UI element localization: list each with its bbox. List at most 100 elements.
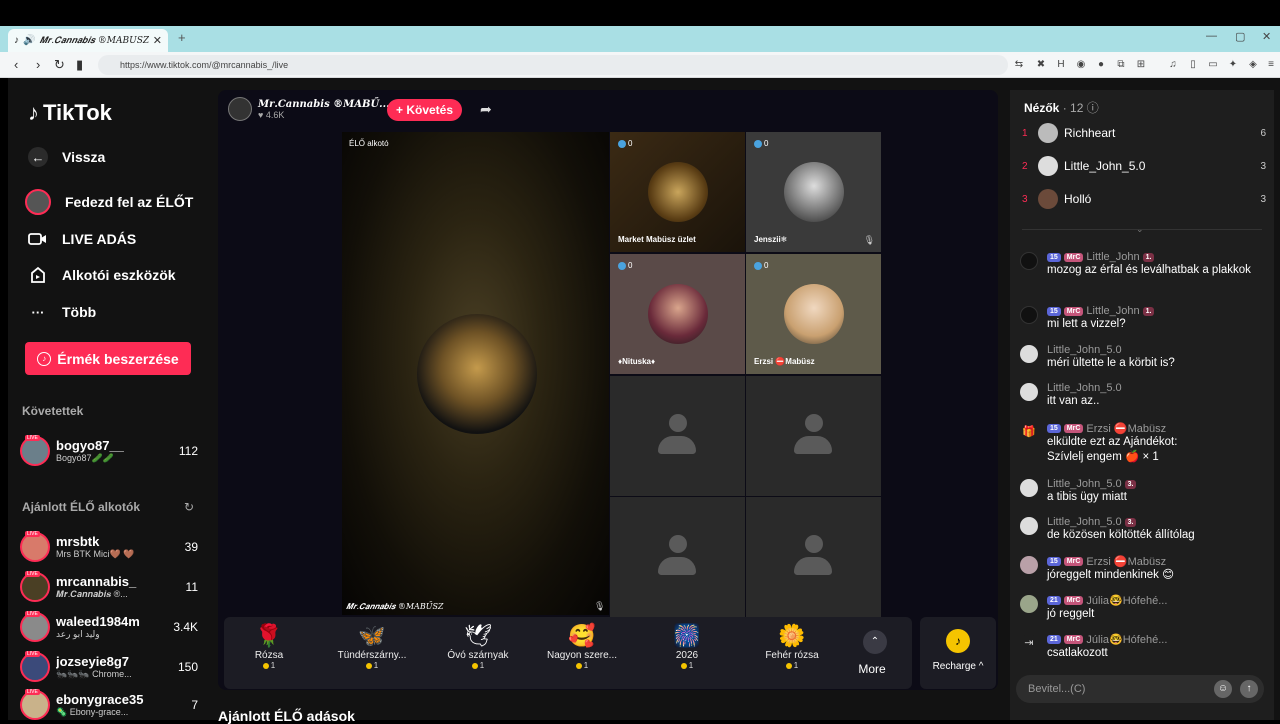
- close-window-icon[interactable]: ✕: [1262, 30, 1271, 43]
- minimize-icon[interactable]: —: [1206, 30, 1217, 42]
- chat-username[interactable]: Little_John: [1086, 251, 1139, 263]
- chat-message[interactable]: Little_John_5.0 méri ültette le a körbit…: [1020, 344, 1268, 371]
- more-gifts-button[interactable]: ⌃ More: [858, 630, 890, 676]
- chat-username[interactable]: Little_John_5.0: [1047, 478, 1122, 490]
- account-nickname: 🦠 Ebony-grace...: [56, 707, 129, 717]
- hls-icon[interactable]: H: [1054, 58, 1068, 72]
- gift-item[interactable]: 🌹 Rózsa 1: [224, 622, 314, 670]
- top-viewer[interactable]: 1 Richheart 6: [1022, 122, 1266, 144]
- empty-guest-slot[interactable]: [610, 497, 745, 617]
- host-info[interactable]: 𝑴𝒓.𝑪𝒂𝒏𝒏𝒂𝒃𝒊𝒔 ®MABŰ... ♥ 4.6K: [228, 97, 390, 121]
- vpn-icon[interactable]: ◈: [1246, 58, 1260, 72]
- new-tab-icon[interactable]: +: [178, 30, 186, 45]
- puzzle-icon[interactable]: ⧉: [1114, 58, 1128, 72]
- chat-text: mi lett a vizzel?: [1047, 318, 1126, 330]
- avatar: LIVE: [20, 531, 50, 562]
- chat-message[interactable]: Little_John_5.0 itt van az..: [1020, 382, 1268, 409]
- host-avatar[interactable]: [228, 97, 252, 121]
- follow-button[interactable]: + Követés: [387, 99, 462, 121]
- music-icon[interactable]: ♫: [1166, 58, 1180, 72]
- chat-message[interactable]: 15 MrC Erzsi ⛔Mabüsz jóreggelt mindenkinek…: [1020, 555, 1268, 583]
- extension-icon[interactable]: ◉: [1074, 58, 1088, 72]
- chat-username[interactable]: Little_John_5.0: [1047, 516, 1122, 528]
- forward-icon[interactable]: ›: [36, 57, 40, 72]
- chat-username[interactable]: Erzsi ⛔Mabüsz: [1086, 555, 1166, 568]
- rank-badge: 1.: [1142, 252, 1155, 262]
- nav-explore-live[interactable]: Fedezd fel az ÉLŐT: [25, 189, 193, 215]
- nav-label: LIVE ADÁS: [62, 231, 137, 247]
- speaker-icon[interactable]: 🔊: [23, 35, 35, 46]
- avatar: [1020, 479, 1038, 497]
- info-icon[interactable]: ⓘ: [1087, 101, 1099, 115]
- following-account[interactable]: LIVE bogyo87__ Bogyó87🥒🥒 112: [20, 434, 198, 468]
- reload-icon[interactable]: ↻: [54, 57, 65, 73]
- top-viewer[interactable]: 2 Little_John_5.0 3: [1022, 155, 1266, 177]
- chat-message[interactable]: 21 MrC Júlia🤓Hófehé... jó reggelt: [1020, 594, 1268, 622]
- nav-go-live[interactable]: LIVE ADÁS: [28, 229, 136, 249]
- nav-label: Vissza: [62, 149, 106, 165]
- chat-username[interactable]: Little_John_5.0: [1047, 344, 1122, 356]
- extension-icon[interactable]: ●: [1094, 58, 1108, 72]
- empty-guest-slot[interactable]: [746, 497, 881, 617]
- maximize-icon[interactable]: ▢: [1235, 30, 1245, 43]
- following-header: Követettek: [22, 404, 84, 418]
- recommended-account[interactable]: LIVE jozseyie8g7 🐜🐜🐜 Chrome... 150: [20, 650, 198, 684]
- guest-tile[interactable]: 0 ♦Nituska♦: [610, 254, 745, 374]
- emoji-icon[interactable]: ☺: [1214, 680, 1232, 698]
- chat-message[interactable]: 15 MrC Little_John 1. mi lett a vizzel?: [1020, 305, 1268, 332]
- chat-username[interactable]: Erzsi ⛔Mabüsz: [1086, 422, 1166, 435]
- gift-item[interactable]: 🦋 Tündérszárny... 1: [327, 622, 417, 670]
- chat-username[interactable]: Little_John_5.0: [1047, 382, 1122, 394]
- nav-back[interactable]: ← Vissza: [28, 147, 105, 167]
- wallet-icon[interactable]: ▭: [1206, 58, 1220, 72]
- ai-icon[interactable]: ✦: [1226, 58, 1240, 72]
- gift-item[interactable]: 🥰 Nagyon szere... 1: [537, 622, 627, 670]
- extension-icon[interactable]: ⊞: [1134, 58, 1148, 72]
- gift-name: Fehér rózsa: [765, 650, 819, 661]
- chat-username[interactable]: Júlia🤓Hófehé...: [1086, 633, 1167, 646]
- translate-icon[interactable]: ⇆: [1012, 58, 1026, 72]
- guest-tile[interactable]: 0 Market Mabüsz üzlet: [610, 132, 745, 252]
- chat-username[interactable]: Little_John: [1086, 305, 1139, 317]
- chat-username[interactable]: Júlia🤓Hófehé...: [1086, 594, 1167, 607]
- recommended-account[interactable]: LIVE waleed1984m وليد ابو رعد 3.4K: [20, 610, 198, 644]
- chat-message[interactable]: 🎁 15 MrC Erzsi ⛔Mabüsz elküldte ezt az Ajá…: [1020, 422, 1268, 465]
- recommended-account[interactable]: LIVE ebonygrace35 🦠 Ebony-grace... 7: [20, 688, 198, 722]
- gift-item[interactable]: 🌼 Fehér rózsa 1: [747, 622, 837, 670]
- recommended-header: Ajánlott ÉLŐ alkotók: [22, 500, 141, 514]
- recommended-account[interactable]: LIVE mrcannabis_ 𝑴𝒓.𝑪𝒂𝒏𝒏𝒂𝒃𝒊𝒔 ®... 11: [20, 570, 198, 604]
- chat-message[interactable]: ⇥ 21 MrC Júlia🤓Hófehé... csatlakozott: [1020, 633, 1268, 661]
- sidebar-icon[interactable]: ▯: [1186, 58, 1200, 72]
- nav-more[interactable]: ··· Több: [28, 302, 97, 322]
- extension-icon[interactable]: ✖: [1034, 58, 1048, 72]
- top-viewer[interactable]: 3 Holló 3: [1022, 188, 1266, 210]
- gift-item[interactable]: 🎆 2026 1: [642, 622, 732, 670]
- send-icon[interactable]: ↑: [1240, 680, 1258, 698]
- close-tab-icon[interactable]: ✕: [153, 34, 162, 47]
- recommended-account[interactable]: LIVE mrsbtk Mrs BTK Mici🤎 🤎 39: [20, 530, 198, 564]
- chat-message[interactable]: Little_John_5.0 3. de közösen költötték á…: [1020, 516, 1268, 543]
- gift-item[interactable]: 🕊 Óvó szárnyak 1: [433, 622, 523, 670]
- empty-guest-slot[interactable]: [610, 376, 745, 496]
- get-coins-button[interactable]: ♪ Érmék beszerzése: [25, 342, 191, 375]
- url-field[interactable]: https://www.tiktok.com/@mrcannabis_/live: [98, 55, 1008, 75]
- tiktok-logo[interactable]: ♪ TikTok: [28, 100, 112, 126]
- host-name[interactable]: 𝑴𝒓.𝑪𝒂𝒏𝒏𝒂𝒃𝒊𝒔 ®MABŰ...: [258, 99, 390, 110]
- avatar: [1020, 252, 1038, 270]
- share-icon[interactable]: ➦: [480, 101, 492, 118]
- refresh-icon[interactable]: ↻: [184, 500, 194, 514]
- browser-tab[interactable]: ♪ 🔊 𝑴𝒓.𝑪𝒂𝒏𝒏𝒂𝒃𝒊𝒔 ®MABŰSZ ✕: [8, 29, 168, 52]
- nav-creator-tools[interactable]: Alkotói eszközök: [28, 265, 176, 285]
- viewer-name: Richheart: [1064, 126, 1116, 140]
- guest-tile[interactable]: 0 Jenszii❄ 🎙: [746, 132, 881, 252]
- chat-message[interactable]: Little_John_5.0 3. a tibis ügy miatt: [1020, 478, 1268, 505]
- guest-tile[interactable]: 0 Erzsi ⛔Mabüsz: [746, 254, 881, 374]
- tiktok-coin-icon: ♪: [946, 629, 970, 653]
- back-icon[interactable]: ‹: [14, 57, 18, 72]
- menu-icon[interactable]: ≡: [1264, 58, 1278, 72]
- chat-message[interactable]: 15 MrC Little_John 1. mozog az érfal és lev…: [1020, 251, 1268, 278]
- bookmark-icon[interactable]: ▮: [76, 57, 83, 73]
- recharge-button[interactable]: ♪ Recharge ^: [920, 617, 996, 689]
- viewer-count: 11: [185, 580, 198, 594]
- empty-guest-slot[interactable]: [746, 376, 881, 496]
